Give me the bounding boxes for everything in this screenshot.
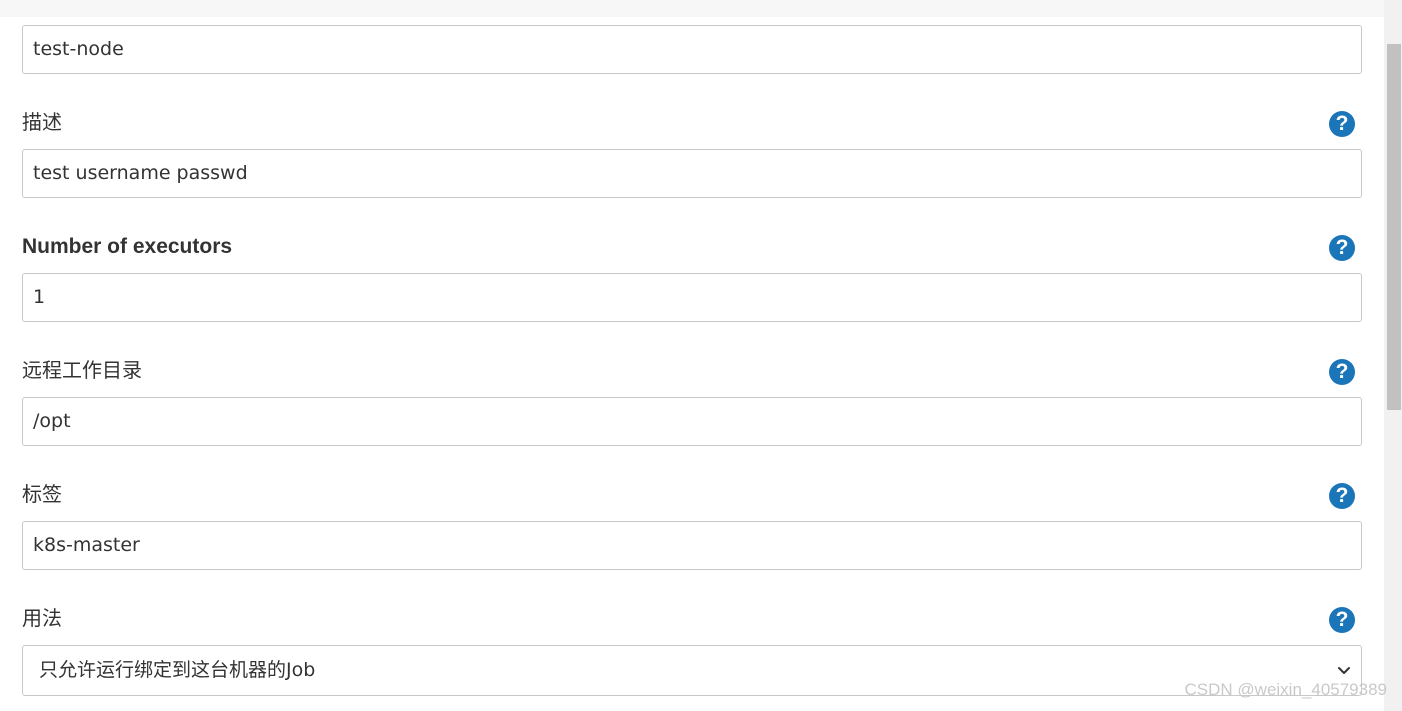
remote-dir-input[interactable]: /opt	[22, 397, 1362, 446]
question-circle-icon[interactable]: ?	[1329, 607, 1355, 633]
usage-header: 用法 ?	[22, 570, 1362, 645]
executors-header: Number of executors ?	[22, 198, 1362, 273]
question-circle-icon[interactable]: ?	[1329, 483, 1355, 509]
top-strip	[0, 0, 1384, 17]
labels-header: 标签 ?	[22, 446, 1362, 521]
labels-label: 标签	[22, 482, 62, 506]
scrollbar-thumb[interactable]	[1387, 44, 1401, 410]
node-config-form: test-node 描述 ? test username passwd Numb…	[22, 25, 1362, 696]
executors-label: Number of executors	[22, 235, 233, 258]
remote-dir-header: 远程工作目录 ?	[22, 322, 1362, 397]
description-header: 描述 ?	[22, 74, 1362, 149]
chevron-down-icon	[1338, 667, 1350, 674]
question-circle-icon[interactable]: ?	[1329, 111, 1355, 137]
question-circle-icon[interactable]: ?	[1329, 235, 1355, 261]
labels-input[interactable]: k8s-master	[22, 521, 1362, 570]
node-name-input[interactable]: test-node	[22, 25, 1362, 74]
description-label: 描述	[22, 110, 62, 134]
usage-label: 用法	[22, 606, 62, 630]
executors-input[interactable]: 1	[22, 273, 1362, 322]
watermark: CSDN @weixin_40579389	[1184, 680, 1387, 699]
remote-dir-label: 远程工作目录	[22, 358, 142, 382]
vertical-scrollbar[interactable]	[1384, 0, 1402, 711]
question-circle-icon[interactable]: ?	[1329, 359, 1355, 385]
usage-select[interactable]: 只允许运行绑定到这台机器的Job	[22, 645, 1362, 696]
description-input[interactable]: test username passwd	[22, 149, 1362, 198]
usage-selected-value: 只允许运行绑定到这台机器的Job	[39, 659, 316, 681]
